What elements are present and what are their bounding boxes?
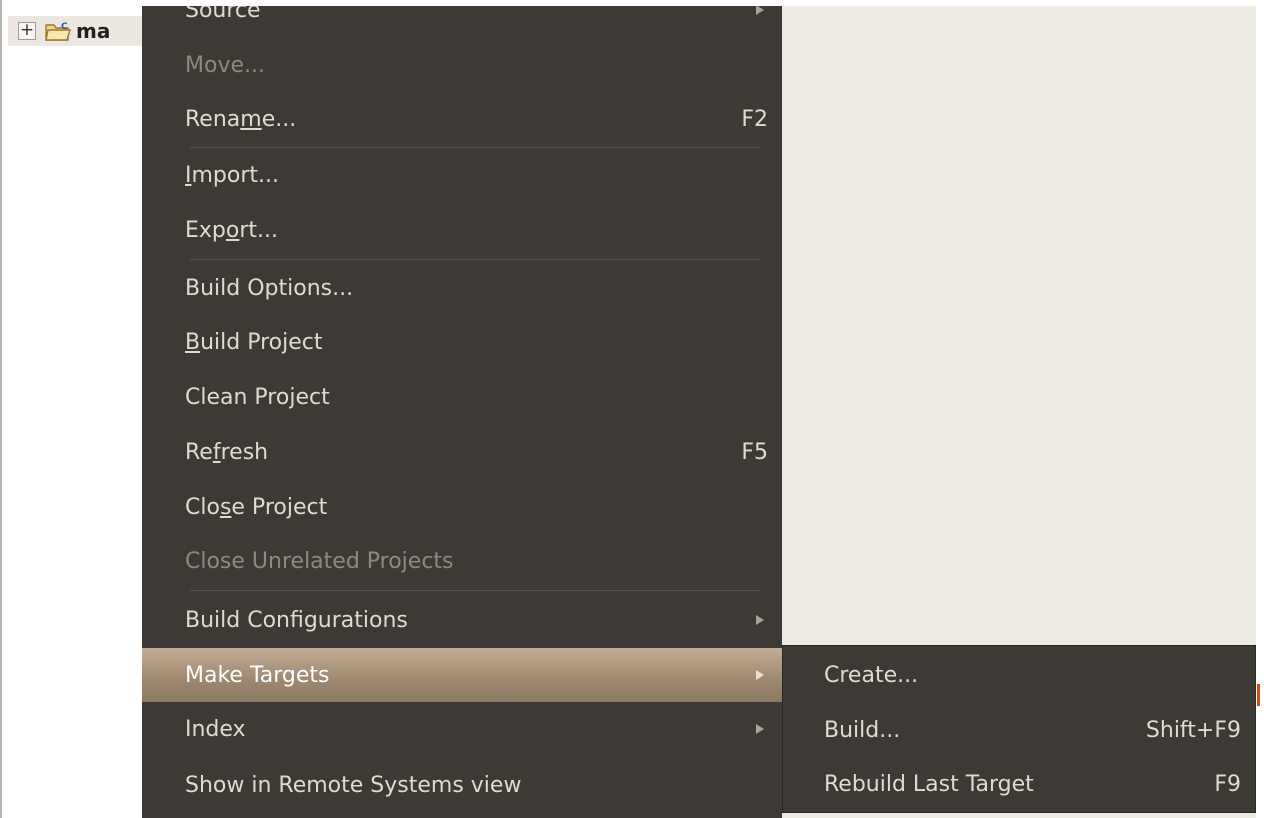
menu-item-make-targets[interactable]: Make Targets [142, 648, 782, 702]
menu-item-label: Clean Project [185, 384, 330, 410]
shortcut-label: F9 [1214, 771, 1241, 797]
menu-item-clean-project[interactable]: Clean Project [142, 373, 782, 421]
shortcut-label: F2 [741, 106, 768, 132]
menu-item-refresh[interactable]: Refresh F5 [142, 428, 782, 476]
context-menu: Source Move... Rename... F2 Import... Ex… [142, 6, 782, 818]
submenu-arrow-icon [756, 6, 764, 15]
project-folder-icon: C [45, 22, 71, 41]
menu-item-label: Build Options... [185, 275, 354, 301]
menu-item-build-configurations[interactable]: Build Configurations [142, 596, 782, 644]
menu-item-close-project[interactable]: Close Project [142, 483, 782, 531]
menu-item-label: Show in Remote Systems view [185, 772, 522, 798]
menu-item-rename[interactable]: Rename... F2 [142, 95, 782, 143]
shortcut-label: Shift+F9 [1145, 717, 1241, 743]
menu-item-show-in-remote-systems[interactable]: Show in Remote Systems view [142, 761, 782, 809]
menu-item-export[interactable]: Export... [142, 206, 782, 254]
menu-item-import[interactable]: Import... [142, 151, 782, 199]
menu-item-label: Build... [824, 717, 901, 743]
menu-item-source[interactable]: Source [142, 6, 782, 34]
menu-item-label: Rebuild Last Target [824, 771, 1034, 797]
menu-item-build-options[interactable]: Build Options... [142, 264, 782, 312]
submenu-arrow-icon [756, 670, 764, 680]
expand-icon[interactable]: + [18, 22, 36, 40]
menu-item-label: Export... [185, 217, 279, 243]
editor-area [782, 6, 1258, 642]
menu-item-label: Close Project [185, 494, 328, 520]
submenu-item-build[interactable]: Build... Shift+F9 [783, 706, 1255, 754]
menu-item-label: Close Unrelated Projects [185, 548, 454, 574]
svg-text:C: C [61, 22, 68, 32]
shortcut-label: F5 [741, 439, 768, 465]
menu-item-build-project[interactable]: Build Project [142, 318, 782, 366]
project-name: ma [76, 19, 111, 43]
submenu-arrow-icon [756, 724, 764, 734]
menu-item-label: Import... [185, 162, 280, 188]
menu-item-label: Refresh [185, 439, 269, 465]
menu-separator [190, 590, 760, 591]
project-explorer-tree: + C ma [0, 0, 148, 818]
submenu-arrow-icon [756, 615, 764, 625]
menu-item-label: Rename... [185, 106, 297, 132]
menu-separator [190, 147, 760, 148]
tree-row-project[interactable]: + C ma [8, 16, 148, 46]
submenu-item-rebuild-last-target[interactable]: Rebuild Last Target F9 [783, 760, 1255, 808]
menu-item-label: Move... [185, 52, 265, 78]
menu-item-label: Source [185, 6, 261, 23]
menu-item-label: Index [185, 716, 246, 742]
menu-item-label: Make Targets [185, 662, 330, 688]
submenu-item-create[interactable]: Create... [783, 651, 1255, 699]
menu-item-move: Move... [142, 41, 782, 89]
menu-item-label: Build Configurations [185, 607, 408, 633]
menu-item-label: Build Project [185, 329, 323, 355]
menu-separator [190, 259, 760, 260]
menu-item-close-unrelated-projects: Close Unrelated Projects [142, 537, 782, 585]
menu-item-index[interactable]: Index [142, 705, 782, 753]
make-targets-submenu: Create... Build... Shift+F9 Rebuild Last… [782, 645, 1256, 813]
menu-item-label: Create... [824, 662, 919, 688]
status-marker [1257, 684, 1260, 706]
